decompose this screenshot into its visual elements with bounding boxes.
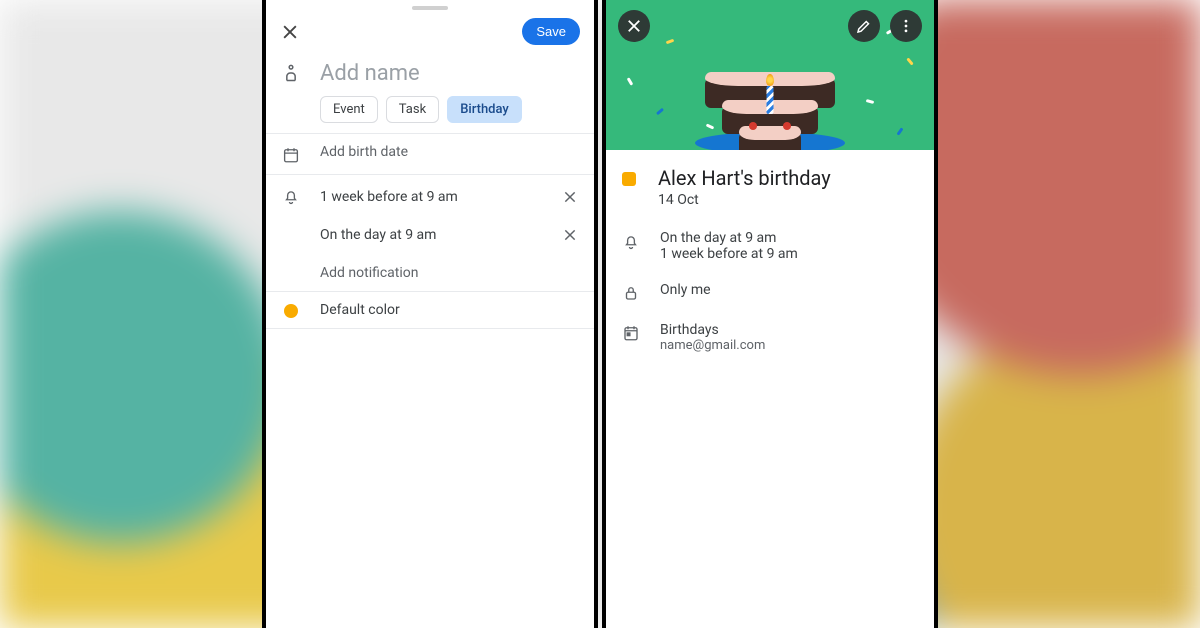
phones-container: Save Add name Event Task Birthday Add bi… xyxy=(262,0,938,628)
birth-date-label: Add birth date xyxy=(320,144,578,160)
notification-label: On the day at 9 am xyxy=(660,230,798,246)
name-row: Add name Event Task Birthday xyxy=(266,51,594,133)
notification-item: On the day at 9 am xyxy=(320,223,578,247)
color-label: Default color xyxy=(320,302,578,318)
event-date: 14 Oct xyxy=(658,192,831,208)
confetti-icon xyxy=(896,127,903,135)
edit-button[interactable] xyxy=(848,10,880,42)
bell-icon xyxy=(622,232,640,262)
birth-date-row[interactable]: Add birth date xyxy=(266,134,594,174)
event-title: Alex Hart's birthday xyxy=(658,166,831,190)
notification-item: 1 week before at 9 am xyxy=(320,185,578,209)
remove-notification-icon[interactable] xyxy=(562,189,578,205)
calendar-icon xyxy=(622,324,640,353)
event-title-row: Alex Hart's birthday 14 Oct xyxy=(606,150,934,212)
confetti-icon xyxy=(906,57,913,65)
divider xyxy=(266,328,594,329)
chip-birthday[interactable]: Birthday xyxy=(447,96,522,123)
add-notification-button[interactable]: Add notification xyxy=(320,261,578,285)
bell-icon xyxy=(280,187,302,205)
birthday-cake-icon xyxy=(705,78,835,150)
visibility-row: Only me xyxy=(606,272,934,312)
confetti-icon xyxy=(656,108,664,115)
visibility-label: Only me xyxy=(660,282,711,302)
remove-notification-icon[interactable] xyxy=(562,227,578,243)
phone-create-birthday: Save Add name Event Task Birthday Add bi… xyxy=(262,0,598,628)
notification-label: 1 week before at 9 am xyxy=(320,189,458,205)
add-notification-label: Add notification xyxy=(320,265,419,281)
overflow-menu-button[interactable] xyxy=(890,10,922,42)
chip-event[interactable]: Event xyxy=(320,96,378,123)
close-button[interactable] xyxy=(618,10,650,42)
phone-event-detail: Alex Hart's birthday 14 Oct On the day a… xyxy=(602,0,938,628)
calendar-source-row: Birthdays name@gmail.com xyxy=(606,312,934,363)
chip-task[interactable]: Task xyxy=(386,96,439,123)
calendar-name: Birthdays xyxy=(660,322,765,338)
confetti-icon xyxy=(866,99,875,104)
notification-label: On the day at 9 am xyxy=(320,227,436,243)
cake-person-icon xyxy=(280,63,302,83)
save-button[interactable]: Save xyxy=(522,18,580,45)
calendar-account: name@gmail.com xyxy=(660,338,765,353)
type-chips: Event Task Birthday xyxy=(320,96,578,123)
event-color-swatch-icon xyxy=(622,172,636,186)
detail-notifications-row: On the day at 9 am 1 week before at 9 am xyxy=(606,220,934,272)
calendar-icon xyxy=(280,146,302,164)
close-icon[interactable] xyxy=(280,22,300,42)
notification-label: 1 week before at 9 am xyxy=(660,246,798,262)
confetti-icon xyxy=(627,77,634,85)
color-swatch-icon xyxy=(280,304,302,318)
notifications-row: 1 week before at 9 am On the day at 9 am… xyxy=(266,175,594,291)
color-row[interactable]: Default color xyxy=(266,292,594,328)
name-field[interactable]: Add name xyxy=(320,61,578,86)
hero-toolbar xyxy=(606,10,934,42)
create-toolbar: Save xyxy=(266,10,594,51)
lock-icon xyxy=(622,284,640,302)
hero-image xyxy=(606,0,934,150)
